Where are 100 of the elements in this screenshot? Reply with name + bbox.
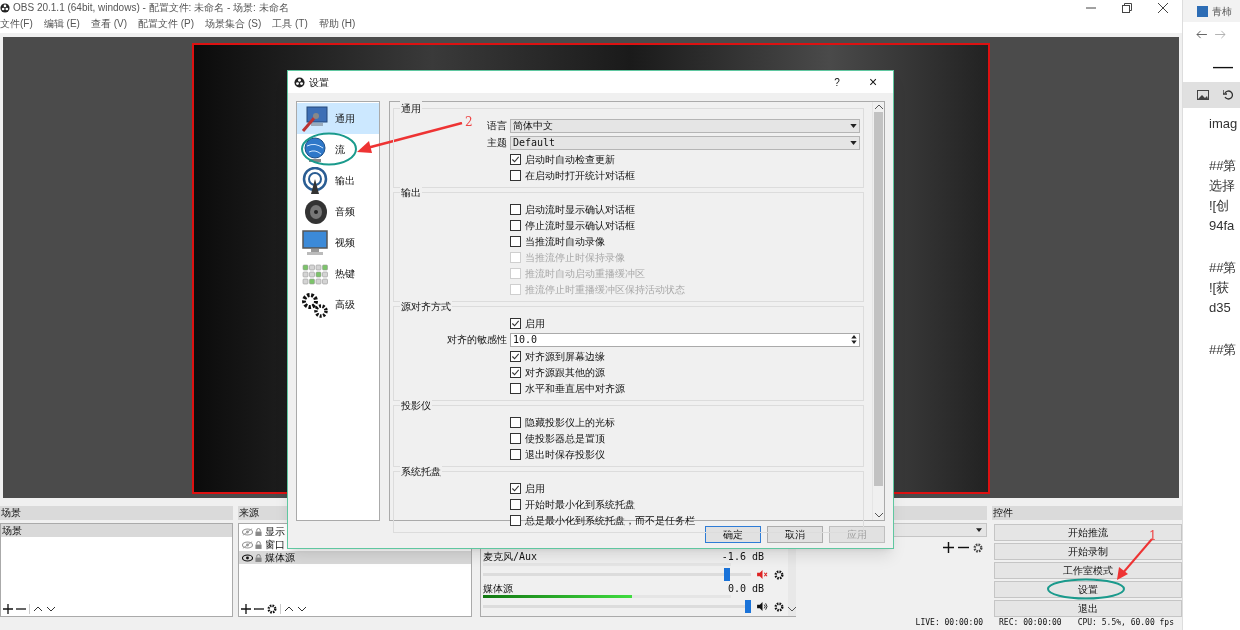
checkbox[interactable] — [510, 203, 521, 215]
sidebar-item[interactable]: 输出 — [297, 165, 379, 196]
checkbox[interactable] — [510, 382, 521, 394]
checkbox[interactable] — [510, 416, 521, 428]
monitor-wrench-icon — [301, 104, 329, 133]
source-item[interactable]: 窗口 — [239, 538, 471, 551]
sidebar-item[interactable]: 通用 — [297, 103, 379, 134]
move-down-icon[interactable] — [297, 605, 307, 612]
close-icon[interactable] — [1158, 2, 1168, 13]
checkbox-label: 启动时自动检查更新 — [525, 152, 615, 167]
menu-item[interactable]: 查看 (V) — [90, 16, 127, 32]
settings-icon[interactable] — [267, 603, 277, 614]
tab-favicon — [1197, 5, 1208, 17]
slider-thumb[interactable] — [723, 568, 730, 581]
eye-icon[interactable] — [242, 553, 253, 562]
group-title: 系统托盘 — [400, 464, 442, 479]
move-up-icon[interactable] — [33, 605, 43, 612]
group-title: 投影仪 — [400, 398, 432, 413]
add-icon[interactable] — [241, 603, 251, 614]
slider-thumb[interactable] — [745, 600, 751, 613]
dock-header: 场景 — [0, 506, 233, 520]
editor-line: imag — [1209, 115, 1239, 133]
lock-icon[interactable] — [255, 527, 262, 536]
settings-icon[interactable] — [774, 569, 784, 580]
eye-slash-icon[interactable] — [242, 527, 253, 536]
menu-item[interactable]: 工具 (T) — [272, 16, 308, 32]
scroll-down-icon — [788, 607, 796, 612]
menu-item[interactable]: 编辑 (E) — [43, 16, 80, 32]
dropdown[interactable]: Default — [510, 135, 860, 150]
checkbox[interactable] — [510, 153, 521, 165]
checkbox[interactable] — [510, 498, 521, 510]
sidebar-label: 热键 — [335, 267, 355, 281]
source-item[interactable]: 媒体源 — [239, 551, 471, 564]
field-label: 主题 — [487, 136, 507, 150]
checkbox-label: 当推流停止时保持录像 — [525, 250, 625, 265]
checkbox[interactable] — [510, 169, 521, 181]
back-icon[interactable] — [1196, 29, 1207, 39]
speaker-icon[interactable] — [757, 602, 768, 611]
callout-number: 1 — [1149, 530, 1157, 542]
help-button[interactable]: ? — [827, 74, 847, 90]
checkbox-label: 启用 — [525, 316, 545, 331]
checkbox[interactable] — [510, 432, 521, 444]
checkbox-label: 对齐源到屏幕边缘 — [525, 349, 605, 364]
app-logo-icon — [294, 76, 305, 88]
caret-icon — [850, 140, 857, 145]
settings-icon[interactable] — [774, 601, 784, 612]
menu-item[interactable]: 场景集合 (S) — [205, 16, 262, 32]
maximize-icon[interactable] — [1122, 2, 1132, 13]
field-label: 对齐的敏感性 — [447, 333, 507, 347]
settings-icon[interactable] — [973, 542, 983, 553]
checkbox-label: 启用 — [525, 481, 545, 496]
checkbox[interactable] — [510, 366, 521, 378]
menu-item[interactable]: 文件(F) — [0, 16, 33, 32]
globe-icon — [301, 135, 329, 164]
checkbox[interactable] — [510, 235, 521, 247]
checkbox-label: 停止流时显示确认对话框 — [525, 218, 635, 233]
checkbox-label: 水平和垂直居中对齐源 — [525, 381, 625, 396]
source-label: 显示 — [265, 526, 285, 537]
number-field[interactable]: 10.0 — [510, 332, 860, 347]
heading-text: — — [1212, 54, 1234, 78]
lock-icon[interactable] — [255, 540, 262, 549]
sidebar-item[interactable]: 高级 — [297, 289, 379, 320]
volume-slider[interactable] — [483, 600, 751, 613]
move-down-icon[interactable] — [46, 605, 56, 612]
scroll-down-icon — [874, 513, 883, 518]
checkbox-label: 在启动时打开统计对话框 — [525, 168, 635, 183]
add-icon[interactable] — [943, 542, 954, 553]
checkbox[interactable] — [510, 219, 521, 231]
sidebar-item[interactable]: 热键 — [297, 258, 379, 289]
move-up-icon[interactable] — [284, 605, 294, 612]
sidebar-item[interactable]: 流 — [297, 134, 379, 165]
sidebar-item[interactable]: 视频 — [297, 227, 379, 258]
scene-item[interactable]: 场景 — [1, 524, 232, 537]
control-button[interactable]: 设置 — [994, 581, 1182, 598]
close-button[interactable]: × — [863, 75, 883, 89]
checkbox[interactable] — [510, 317, 521, 329]
menu-item[interactable]: 帮助 (H) — [318, 16, 356, 32]
monitor-icon — [301, 228, 329, 257]
control-button[interactable]: 开始录制 — [994, 543, 1182, 560]
image-icon[interactable] — [1197, 90, 1209, 100]
sidebar-label: 流 — [335, 143, 345, 157]
checkbox[interactable] — [510, 514, 521, 526]
checkbox[interactable] — [510, 448, 521, 460]
spinner-icon — [851, 335, 857, 344]
control-button[interactable]: 退出 — [994, 600, 1182, 617]
channel-reading: 0.0 dB — [727, 583, 764, 594]
add-icon[interactable] — [3, 603, 13, 614]
muted-speaker-icon[interactable] — [757, 570, 768, 579]
dropdown[interactable]: 简体中文 — [510, 118, 860, 133]
source-label: 媒体源 — [265, 552, 295, 563]
editor-line: d35 — [1209, 299, 1232, 317]
checkbox[interactable] — [510, 482, 521, 494]
source-item[interactable]: 显示 — [239, 525, 471, 538]
volume-slider[interactable] — [483, 568, 751, 581]
checkbox[interactable] — [510, 350, 521, 362]
sidebar-item[interactable]: 音频 — [297, 196, 379, 227]
menu-item[interactable]: 配置文件 (P) — [138, 16, 195, 32]
control-button[interactable]: 工作室模式 — [994, 562, 1182, 579]
editor-line: ##第 — [1209, 341, 1238, 359]
undo-icon[interactable] — [1223, 90, 1233, 100]
